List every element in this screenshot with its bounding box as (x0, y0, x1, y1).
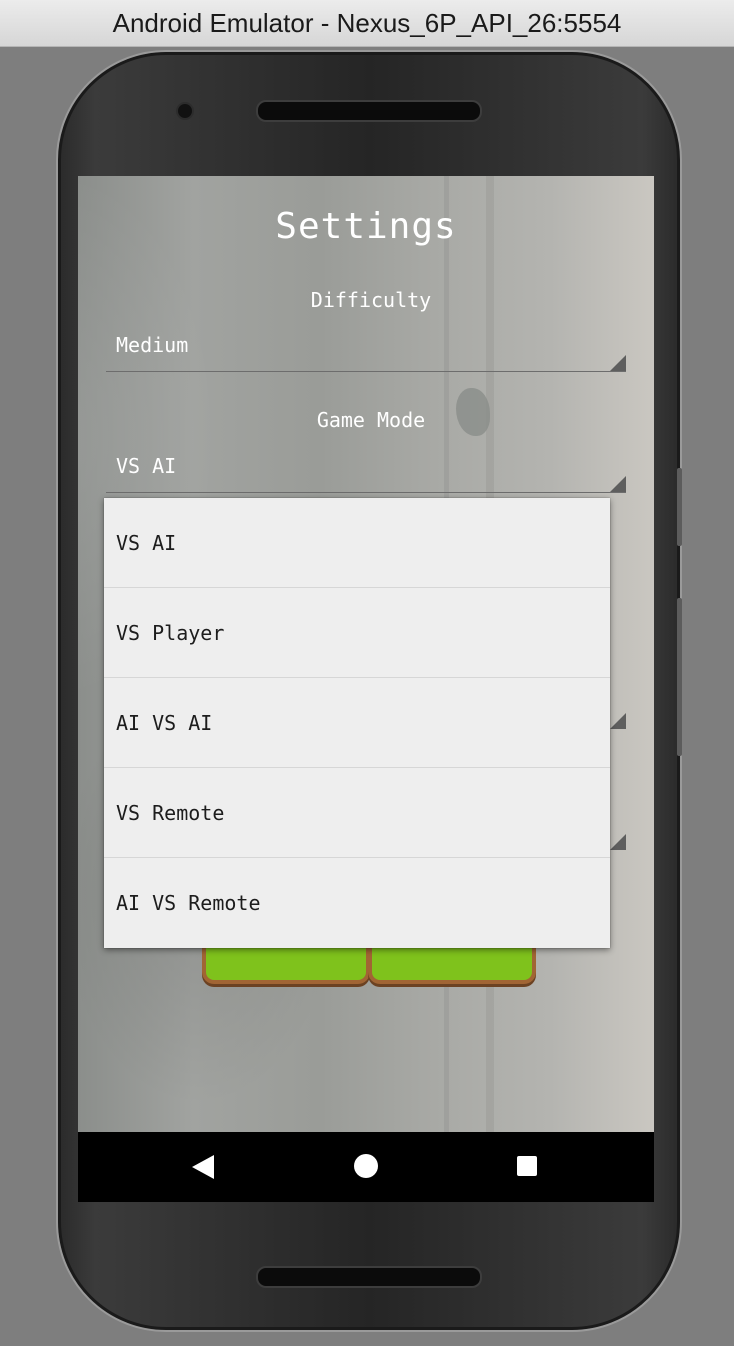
dropdown-arrow-icon (610, 713, 626, 729)
game-mode-dropdown: VS AI VS Player AI VS AI VS Remote AI VS… (104, 498, 610, 948)
dropdown-option[interactable]: VS Remote (104, 768, 610, 858)
page-title: Settings (275, 206, 457, 247)
right-game-button[interactable] (368, 946, 536, 984)
recents-icon[interactable] (517, 1156, 537, 1176)
volume-button[interactable] (677, 598, 682, 756)
back-icon[interactable] (192, 1155, 214, 1179)
android-nav-bar (78, 1132, 654, 1202)
dropdown-option[interactable]: AI VS Remote (104, 858, 610, 948)
front-camera (176, 102, 194, 120)
dropdown-option[interactable]: AI VS AI (104, 678, 610, 768)
emulator-title-bar: Android Emulator - Nexus_6P_API_26:5554 (0, 0, 734, 47)
left-game-button[interactable] (202, 946, 370, 984)
power-button[interactable] (677, 468, 682, 546)
dropdown-arrow-icon (610, 834, 626, 850)
dropdown-arrow-icon (610, 355, 626, 371)
difficulty-label: Difficulty (310, 288, 432, 312)
top-speaker (256, 100, 482, 122)
game-mode-value: VS AI (116, 454, 177, 478)
dropdown-option[interactable]: VS Player (104, 588, 610, 678)
bottom-speaker (256, 1266, 482, 1288)
window-title: Android Emulator - Nexus_6P_API_26:5554 (112, 7, 622, 38)
dropdown-option[interactable]: VS AI (104, 498, 610, 588)
difficulty-spinner[interactable]: Medium (106, 323, 626, 372)
home-icon[interactable] (354, 1154, 378, 1178)
dropdown-arrow-icon (610, 476, 626, 492)
difficulty-value: Medium (116, 333, 189, 357)
game-mode-spinner[interactable]: VS AI (106, 444, 626, 493)
game-mode-label: Game Mode (316, 408, 426, 432)
